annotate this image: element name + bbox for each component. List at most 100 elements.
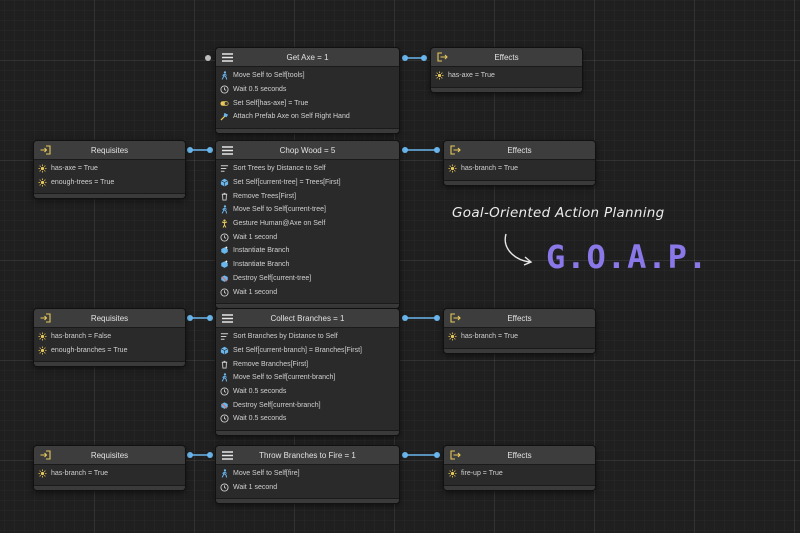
action-step[interactable]: Instantiate Branch <box>216 244 399 258</box>
action-step[interactable]: Wait 1 second <box>216 481 399 495</box>
node-header[interactable]: Chop Wood = 5 <box>216 141 399 160</box>
node-body: has-branch = True <box>444 160 595 180</box>
node-title: Effects <box>507 313 532 323</box>
input-port[interactable] <box>434 315 440 321</box>
output-port[interactable] <box>402 452 408 458</box>
sort-icon <box>220 164 229 173</box>
node-header[interactable]: Requisites <box>34 446 185 465</box>
action-step[interactable]: Gesture Human@Axe on Self <box>216 217 399 231</box>
toggle-icon <box>220 99 229 108</box>
output-port[interactable] <box>187 147 193 153</box>
sun-icon <box>38 346 47 355</box>
condition-item[interactable]: has-axe = True <box>34 162 185 176</box>
action-step[interactable]: Wait 1 second <box>216 285 399 299</box>
condition-item[interactable]: has-branch = True <box>444 162 595 176</box>
action-step[interactable]: Move Self to Self[tools] <box>216 69 399 83</box>
condition-item[interactable]: has-branch = True <box>34 467 185 481</box>
step-label: Sort Branches by Distance to Self <box>233 333 338 341</box>
walk-icon <box>220 205 229 215</box>
condition-item[interactable]: has-branch = False <box>34 330 185 344</box>
sort-icon <box>220 332 229 341</box>
action-step[interactable]: Set Self[current-tree] = Trees[First] <box>216 176 399 190</box>
gesture-icon <box>220 219 229 228</box>
input-port[interactable] <box>434 452 440 458</box>
action-step[interactable]: Set Self[current-branch] = Branches[Firs… <box>216 344 399 358</box>
requisites-node-collect-branches[interactable]: Requisites has-branch = False enough-branc… <box>33 308 186 368</box>
sun-icon <box>38 469 47 478</box>
action-step[interactable]: Wait 0.5 seconds <box>216 412 399 426</box>
output-port[interactable] <box>402 315 408 321</box>
action-node-get-axe[interactable]: Get Axe = 1 Move Self to Self[tools] Wait … <box>215 47 400 134</box>
node-header[interactable]: Effects <box>444 309 595 328</box>
node-header[interactable]: Get Axe = 1 <box>216 48 399 67</box>
clock-icon <box>220 483 229 492</box>
output-port[interactable] <box>402 147 408 153</box>
node-title: Get Axe = 1 <box>286 52 329 62</box>
action-node-collect-branches[interactable]: Collect Branches = 1 Sort Branches by Dis… <box>215 308 400 436</box>
action-step[interactable]: Move Self to Self[current-branch] <box>216 371 399 385</box>
condition-item[interactable]: has-branch = True <box>444 330 595 344</box>
node-footer <box>444 484 595 490</box>
action-step[interactable]: Move Self to Self[current-tree] <box>216 203 399 217</box>
node-header[interactable]: Effects <box>444 446 595 465</box>
output-port[interactable] <box>187 315 193 321</box>
input-port[interactable] <box>421 55 427 61</box>
node-footer <box>34 193 185 199</box>
input-port[interactable] <box>205 55 211 61</box>
node-body: Sort Trees by Distance to Self Set Self[c… <box>216 160 399 303</box>
action-step[interactable]: Sort Branches by Distance to Self <box>216 330 399 344</box>
effects-node-throw-branches[interactable]: Effects fire-up = True <box>443 445 596 491</box>
action-node-chop-wood[interactable]: Chop Wood = 5 Sort Trees by Distance to S… <box>215 140 400 309</box>
input-port[interactable] <box>434 147 440 153</box>
step-label: Destroy Self[current-tree] <box>233 274 312 282</box>
action-step[interactable]: Instantiate Branch <box>216 258 399 272</box>
clock-icon <box>220 287 229 297</box>
requisites-node-chop-wood[interactable]: Requisites has-axe = True enough-trees = T… <box>33 140 186 200</box>
action-step[interactable]: Set Self[has-axe] = True <box>216 96 399 110</box>
step-label: Wait 1 second <box>233 288 278 296</box>
node-header[interactable]: Requisites <box>34 309 185 328</box>
cube-icon <box>220 346 229 355</box>
action-step[interactable]: Remove Branches[First] <box>216 357 399 371</box>
step-label: enough-branches = True <box>51 347 128 355</box>
node-header[interactable]: Throw Branches to Fire = 1 <box>216 446 399 465</box>
requisites-node-throw-branches[interactable]: Requisites has-branch = True <box>33 445 186 491</box>
node-header[interactable]: Effects <box>444 141 595 160</box>
step-label: Move Self to Self[current-tree] <box>233 206 326 214</box>
output-port[interactable] <box>187 452 193 458</box>
node-title: Requisites <box>90 313 129 323</box>
node-body: Move Self to Self[fire] Wait 1 second <box>216 465 399 498</box>
action-step[interactable]: Destroy Self[current-branch] <box>216 398 399 412</box>
action-step[interactable]: Remove Trees[First] <box>216 189 399 203</box>
action-step[interactable]: Wait 0.5 seconds <box>216 385 399 399</box>
node-title: Effects <box>507 145 532 155</box>
node-title: Effects <box>507 450 532 460</box>
node-body: has-branch = True <box>34 465 185 485</box>
node-title: Collect Branches = 1 <box>270 313 345 323</box>
action-step[interactable]: Wait 1 second <box>216 230 399 244</box>
input-port[interactable] <box>207 452 213 458</box>
condition-item[interactable]: enough-branches = True <box>34 344 185 358</box>
node-header[interactable]: Collect Branches = 1 <box>216 309 399 328</box>
condition-item[interactable]: fire-up = True <box>444 467 595 481</box>
effects-node-collect-branches[interactable]: Effects has-branch = True <box>443 308 596 354</box>
node-header[interactable]: Requisites <box>34 141 185 160</box>
output-port[interactable] <box>402 55 408 61</box>
condition-item[interactable]: enough-trees = True <box>34 176 185 190</box>
enter-icon <box>39 312 51 324</box>
step-label: Wait 1 second <box>233 233 278 241</box>
action-step[interactable]: Destroy Self[current-tree] <box>216 272 399 286</box>
action-step[interactable]: Move Self to Self[fire] <box>216 467 399 481</box>
step-label: Gesture Human@Axe on Self <box>233 220 326 228</box>
input-port[interactable] <box>207 147 213 153</box>
enter-icon <box>39 144 51 156</box>
action-step[interactable]: Attach Prefab Axe on Self Right Hand <box>216 110 399 124</box>
action-step[interactable]: Sort Trees by Distance to Self <box>216 162 399 176</box>
action-step[interactable]: Wait 0.5 seconds <box>216 83 399 97</box>
node-header[interactable]: Effects <box>431 48 582 67</box>
effects-node-chop-wood[interactable]: Effects has-branch = True <box>443 140 596 186</box>
input-port[interactable] <box>207 315 213 321</box>
condition-item[interactable]: has-axe = True <box>431 69 582 83</box>
action-node-throw-branches[interactable]: Throw Branches to Fire = 1 Move Self to S… <box>215 445 400 505</box>
effects-node-get-axe[interactable]: Effects has-axe = True <box>430 47 583 93</box>
